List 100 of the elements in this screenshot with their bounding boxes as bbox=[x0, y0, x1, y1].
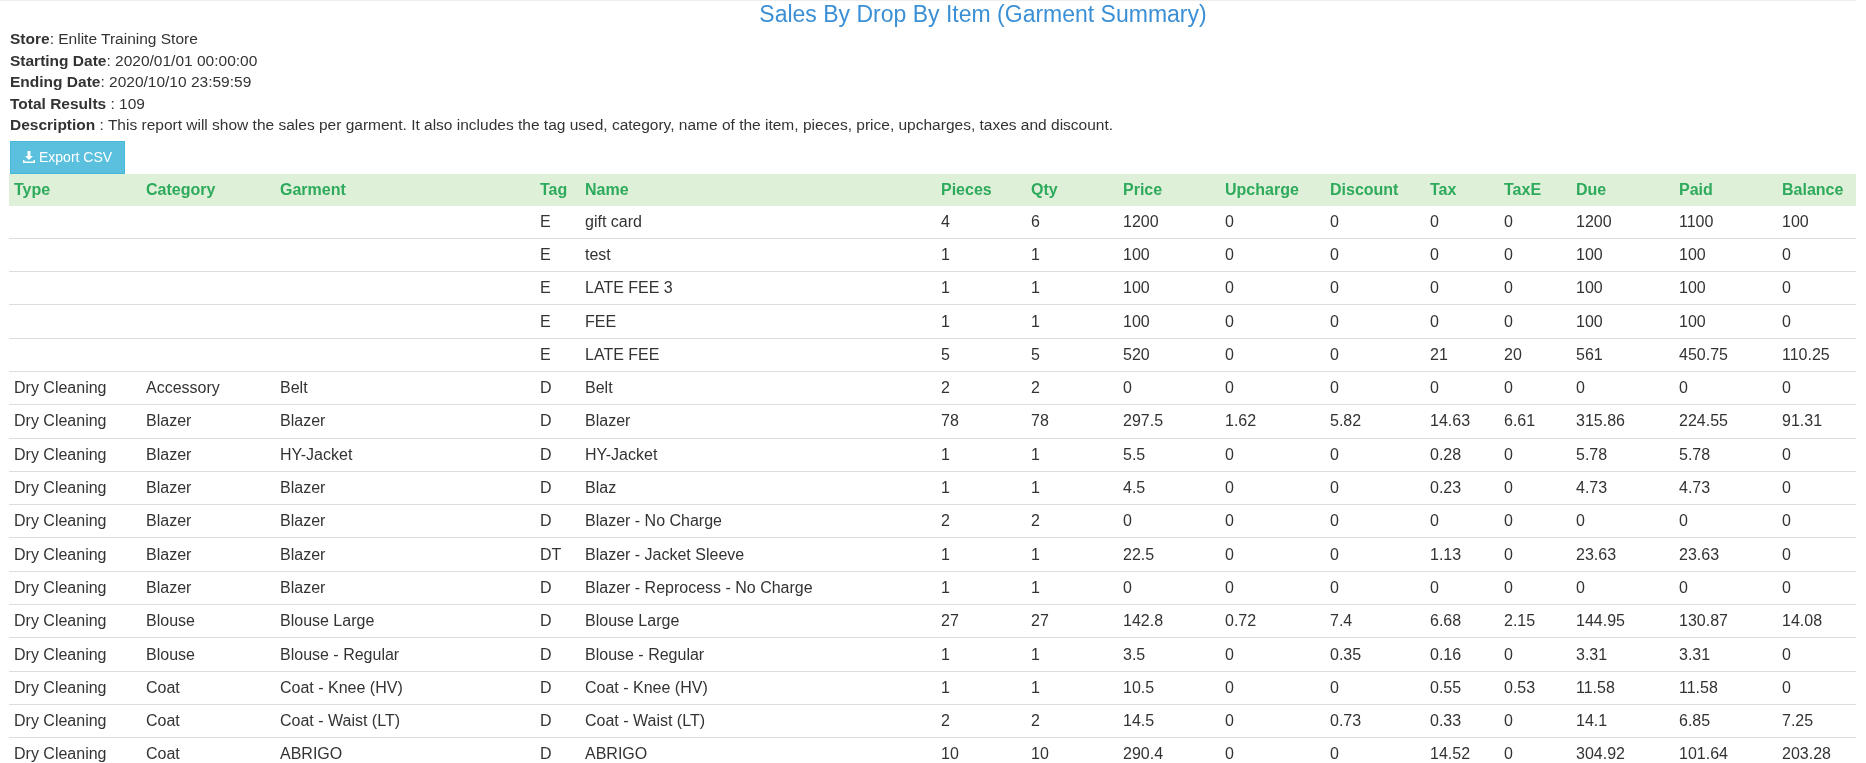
table-cell-text: 4.5 bbox=[1122, 479, 1147, 497]
table-cell-text: 297.5 bbox=[1122, 412, 1165, 431]
table-cell-text: Blazer - No Charge bbox=[584, 512, 723, 531]
report-info-line: Starting Date: 2020/01/01 00:00:00 bbox=[10, 50, 259, 71]
table-cell-text: 0 bbox=[1781, 678, 1792, 697]
table-cell-text: 0 bbox=[1224, 212, 1235, 231]
report-title: Sales By Drop By Item (Garment Summary) bbox=[758, 1, 1208, 28]
table-cell-text: 1 bbox=[940, 645, 951, 664]
table-cell-text: Coat bbox=[145, 678, 181, 697]
table-cell-text: 14.5 bbox=[1122, 712, 1156, 731]
table-cell-text: 4.73 bbox=[1678, 479, 1712, 497]
export-csv-button[interactable]: Export CSV bbox=[10, 140, 126, 174]
table-cell-text: Blazer bbox=[145, 545, 193, 564]
table-cell-text: 0 bbox=[1329, 545, 1340, 564]
table-cell-text: 0 bbox=[1224, 479, 1235, 497]
table-cell-text: Blouse bbox=[145, 612, 196, 631]
table-cell-text: 2 bbox=[1030, 512, 1041, 531]
table-cell-text: 224.55 bbox=[1678, 412, 1729, 431]
table-cell-text: 78 bbox=[1030, 412, 1050, 431]
table-cell-text: Blazer bbox=[145, 512, 193, 531]
table-cell-text: 11.58 bbox=[1575, 678, 1616, 697]
table-cell-text: 1 bbox=[940, 479, 951, 497]
table-cell-text: 5.78 bbox=[1575, 445, 1609, 464]
table-cell-text: 100 bbox=[1122, 312, 1151, 331]
table-cell-text: 1.62 bbox=[1224, 412, 1258, 431]
column-header: Due bbox=[1575, 180, 1608, 199]
table-cell-text: 0.28 bbox=[1429, 445, 1463, 464]
table-cell-text: 0 bbox=[1329, 245, 1340, 264]
table-cell-text: 0 bbox=[1224, 379, 1235, 398]
table-cell-text: ABRIGO bbox=[584, 745, 649, 763]
table-cell-text: E bbox=[539, 312, 552, 331]
table-cell-text: 27 bbox=[1030, 612, 1050, 631]
table-cell-text: 0 bbox=[1122, 512, 1133, 531]
column-header: Qty bbox=[1030, 180, 1059, 199]
table-cell-text: 0 bbox=[1224, 712, 1235, 731]
report-info-line: Description : This report will show the sales per garment. It also includes the tag used, category, name of the item, pieces, price, upcharges, taxes and discount. bbox=[10, 115, 1115, 135]
column-header: Pieces bbox=[940, 180, 993, 199]
table-cell-text: 1.13 bbox=[1429, 545, 1463, 564]
table-cell-text: 3.31 bbox=[1575, 645, 1609, 664]
table-cell-text: E bbox=[539, 212, 552, 231]
table-cell-text: 7.25 bbox=[1781, 712, 1815, 731]
table-cell-text: 0 bbox=[1503, 279, 1514, 298]
table-cell-text: 5 bbox=[1030, 345, 1041, 364]
table-cell-text: 0 bbox=[1429, 512, 1440, 531]
table-cell-text: Accessory bbox=[145, 379, 221, 398]
table-cell-text: 0.53 bbox=[1503, 678, 1537, 697]
table-cell-text: 0 bbox=[1329, 512, 1340, 531]
table-cell-text: 5.82 bbox=[1329, 412, 1363, 431]
table-cell-text: Coat - Knee (HV) bbox=[279, 678, 404, 697]
table-cell-text: D bbox=[539, 745, 553, 763]
table-cell-text: 100 bbox=[1678, 245, 1707, 264]
table-cell-text: 0 bbox=[1781, 445, 1792, 464]
table-cell-text: 0 bbox=[1503, 578, 1514, 597]
table-cell-text: Blazer bbox=[145, 445, 193, 464]
table-cell-text: FEE bbox=[584, 312, 618, 331]
column-header: Paid bbox=[1678, 180, 1714, 199]
table-cell-text: 0.33 bbox=[1429, 712, 1463, 731]
table-cell-text: 0 bbox=[1329, 479, 1340, 497]
table-cell-text: 0 bbox=[1224, 445, 1235, 464]
table-cell-text: 10 bbox=[940, 745, 960, 763]
column-header: Name bbox=[584, 180, 630, 199]
table-cell-text: 100 bbox=[1575, 279, 1604, 298]
table-cell-text: 1 bbox=[1030, 279, 1041, 298]
table-cell-text: D bbox=[539, 379, 553, 398]
table-cell-text: 0.73 bbox=[1329, 712, 1363, 731]
table-cell-text: 520 bbox=[1122, 345, 1151, 364]
table-cell-text: 91.31 bbox=[1781, 412, 1824, 431]
table-cell-text: 0 bbox=[1224, 645, 1235, 664]
table-cell-text: Blouse Large bbox=[279, 612, 376, 631]
download-icon bbox=[23, 151, 35, 163]
table-cell-text: Blazer bbox=[279, 545, 327, 564]
table-cell-text: 2 bbox=[1030, 379, 1041, 398]
table-cell-text: 1 bbox=[1030, 678, 1041, 697]
table-cell-text: 0 bbox=[1781, 512, 1792, 531]
table-cell-text: test bbox=[584, 245, 612, 264]
table-cell-text: D bbox=[539, 512, 553, 531]
table-cell-text: 1 bbox=[940, 678, 951, 697]
table-cell-text: 0 bbox=[1503, 645, 1514, 664]
table-cell-text: Dry Cleaning bbox=[13, 412, 108, 431]
table-cell-text: 0 bbox=[1429, 379, 1440, 398]
table-cell-text: D bbox=[539, 412, 553, 431]
table-cell-text: 1 bbox=[1030, 645, 1041, 664]
table-cell-text: 0 bbox=[1224, 545, 1235, 564]
table-cell-text: 0 bbox=[1503, 212, 1514, 231]
table-cell-text: 0 bbox=[1781, 379, 1792, 398]
table-cell-text: 0.23 bbox=[1429, 479, 1463, 497]
table-cell-text: 0 bbox=[1329, 345, 1340, 364]
table-cell-text: Dry Cleaning bbox=[13, 545, 108, 564]
table-cell-text: 0 bbox=[1224, 512, 1235, 531]
table-cell-text: DT bbox=[539, 545, 563, 564]
table-cell-text: 1 bbox=[1030, 445, 1041, 464]
table-cell-text: 78 bbox=[940, 412, 960, 431]
table-cell-text: 0 bbox=[1224, 245, 1235, 264]
table-cell-text: 0 bbox=[1503, 445, 1514, 464]
table-cell-text: 14.1 bbox=[1575, 712, 1609, 731]
table-cell-text: D bbox=[539, 445, 553, 464]
table-cell-text: 100 bbox=[1781, 212, 1810, 231]
table-cell-text: 22.5 bbox=[1122, 545, 1156, 564]
table-cell-text: E bbox=[539, 245, 552, 264]
table-cell-text: 0 bbox=[1781, 479, 1792, 497]
